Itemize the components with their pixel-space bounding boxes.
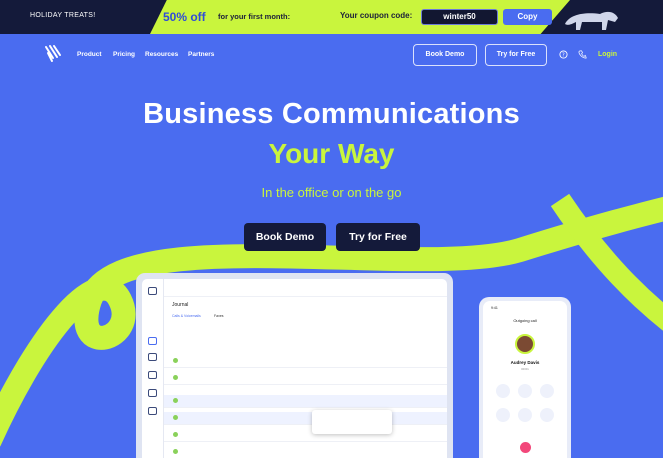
table-row	[164, 395, 447, 408]
add-call-icon	[518, 408, 532, 422]
svg-text:?: ?	[562, 52, 565, 58]
phone-time: 9:41	[491, 306, 498, 310]
settings-icon	[148, 389, 157, 397]
desktop-app-preview: Journal Calls & Voicemails Faxes	[136, 273, 453, 458]
brand-logo-icon[interactable]	[43, 44, 63, 64]
nav-product[interactable]: Product	[77, 51, 102, 58]
help-icon[interactable]: ?	[559, 50, 568, 59]
note-popover	[312, 410, 392, 434]
table-row	[164, 412, 447, 425]
hero-title: Business Communications	[143, 98, 520, 130]
hold-icon	[540, 408, 554, 422]
hero-title-accent: Your Way	[268, 138, 395, 169]
phone-call-header: Outgoing call	[513, 318, 537, 323]
promo-banner: HOLIDAY TREATS! 50% off for your first m…	[0, 0, 663, 34]
phone-contact-name: Audrey Davis	[510, 360, 540, 365]
nav-resources[interactable]: Resources	[145, 51, 178, 58]
table-row	[164, 355, 447, 368]
nav-book-demo-button[interactable]: Book Demo	[413, 44, 477, 66]
app-page-title: Journal	[172, 302, 189, 308]
mobile-app-preview: 9:41 Outgoing call Audrey Davis 00:01	[479, 297, 571, 458]
transfer-icon	[496, 408, 510, 422]
promo-holiday-text: HOLIDAY TREATS!	[30, 12, 96, 19]
app-tab-calls: Calls & Voicemails	[172, 314, 201, 318]
login-link[interactable]: Login	[598, 51, 617, 58]
contacts-icon	[148, 353, 157, 361]
table-row	[164, 372, 447, 385]
nav-try-free-button[interactable]: Try for Free	[485, 44, 547, 66]
promo-coupon-label: Your coupon code:	[340, 11, 413, 20]
phone-icon[interactable]	[578, 50, 587, 59]
nav-partners[interactable]: Partners	[188, 51, 214, 58]
app-logo-icon	[148, 287, 157, 295]
copy-coupon-button[interactable]: Copy	[503, 9, 552, 25]
avatar	[515, 334, 535, 354]
mute-icon	[496, 384, 510, 398]
hero-subtitle: In the office or on the go	[261, 185, 402, 200]
phone-call-duration: 00:01	[521, 367, 529, 371]
speaker-icon	[540, 384, 554, 398]
coupon-code-field[interactable]: winter50	[421, 9, 498, 25]
promo-first-month: for your first month:	[218, 12, 291, 21]
lion-icon	[565, 11, 618, 30]
hero-book-demo-button[interactable]: Book Demo	[244, 223, 326, 251]
users-icon	[148, 371, 157, 379]
main-nav: Product Pricing Resources Partners Book …	[0, 34, 663, 74]
nav-pricing[interactable]: Pricing	[113, 51, 135, 58]
keypad-icon	[518, 384, 532, 398]
table-row	[164, 446, 447, 458]
app-sidebar	[142, 279, 164, 458]
end-call-icon	[520, 442, 531, 453]
promo-percent: 50% off	[163, 10, 206, 24]
hero-try-free-button[interactable]: Try for Free	[336, 223, 420, 251]
table-row	[164, 429, 447, 442]
app-tab-faxes: Faxes	[214, 314, 224, 318]
files-icon	[148, 407, 157, 415]
journal-icon	[148, 337, 157, 345]
app-topbar	[164, 279, 447, 297]
